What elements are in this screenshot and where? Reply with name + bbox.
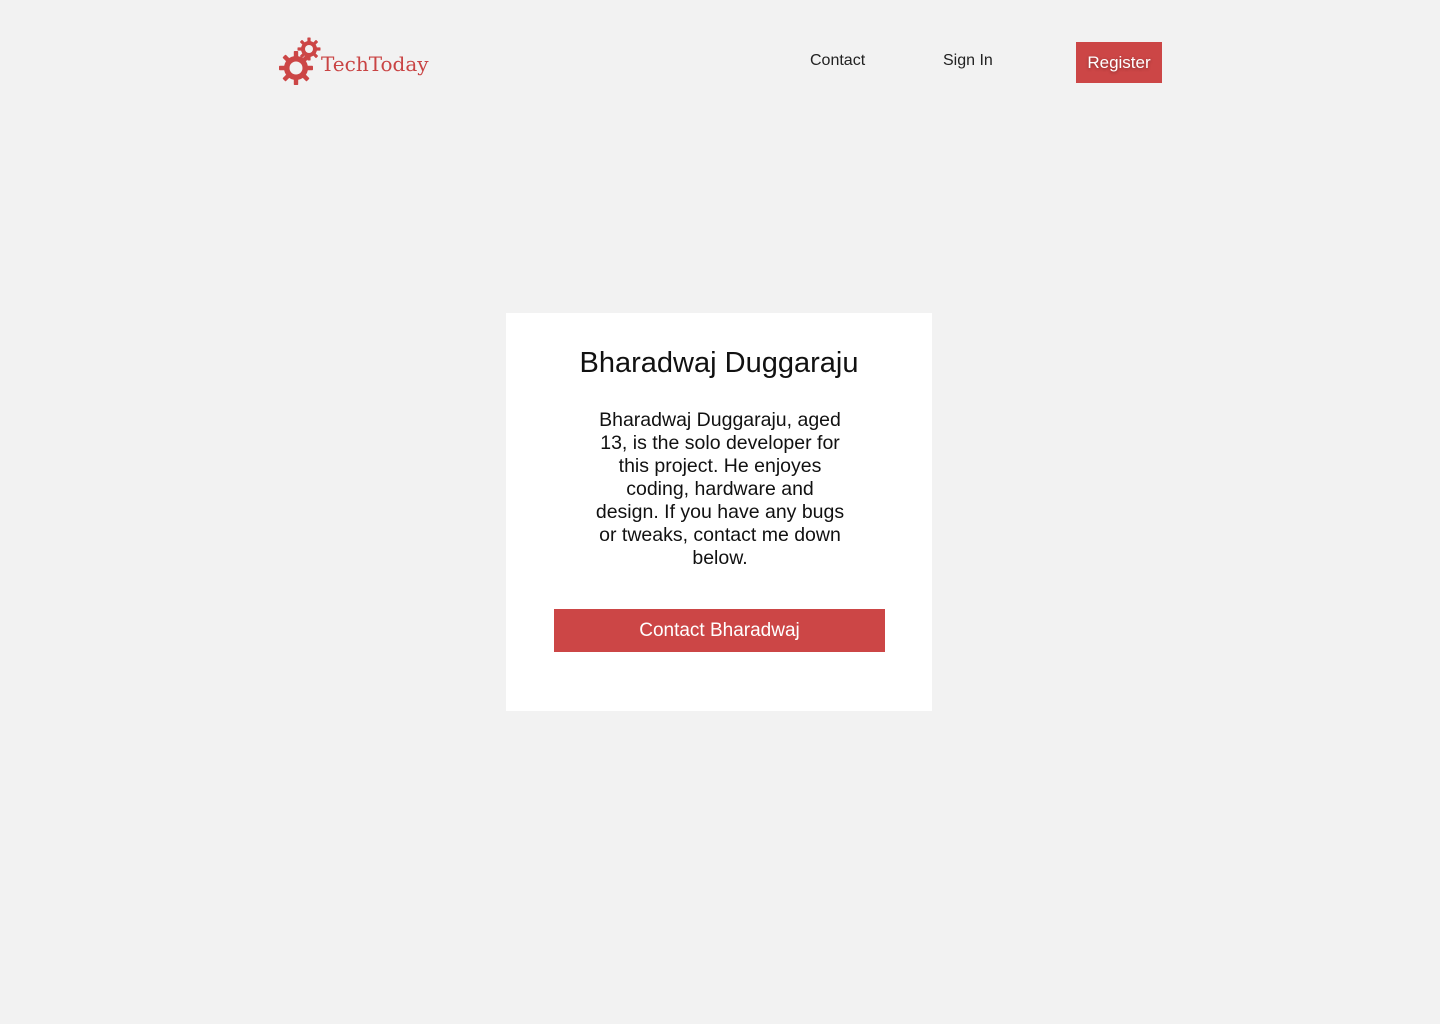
card-description: Bharadwaj Duggaraju, aged 13, is the sol…	[595, 409, 845, 569]
contact-bharadwaj-button[interactable]: Contact Bharadwaj	[554, 609, 885, 652]
nav-signin-link[interactable]: Sign In	[943, 52, 993, 70]
page: TechToday Contact Sign In Register Bhara…	[0, 0, 1440, 1024]
profile-card: Bharadwaj Duggaraju Bharadwaj Duggaraju,…	[506, 313, 932, 711]
logo-text: TechToday	[321, 52, 429, 76]
gears-icon	[279, 37, 321, 85]
logo-link[interactable]: TechToday	[279, 37, 429, 87]
card-title: Bharadwaj Duggaraju	[579, 347, 859, 379]
nav-contact-link[interactable]: Contact	[810, 52, 865, 70]
register-button[interactable]: Register	[1076, 42, 1162, 83]
